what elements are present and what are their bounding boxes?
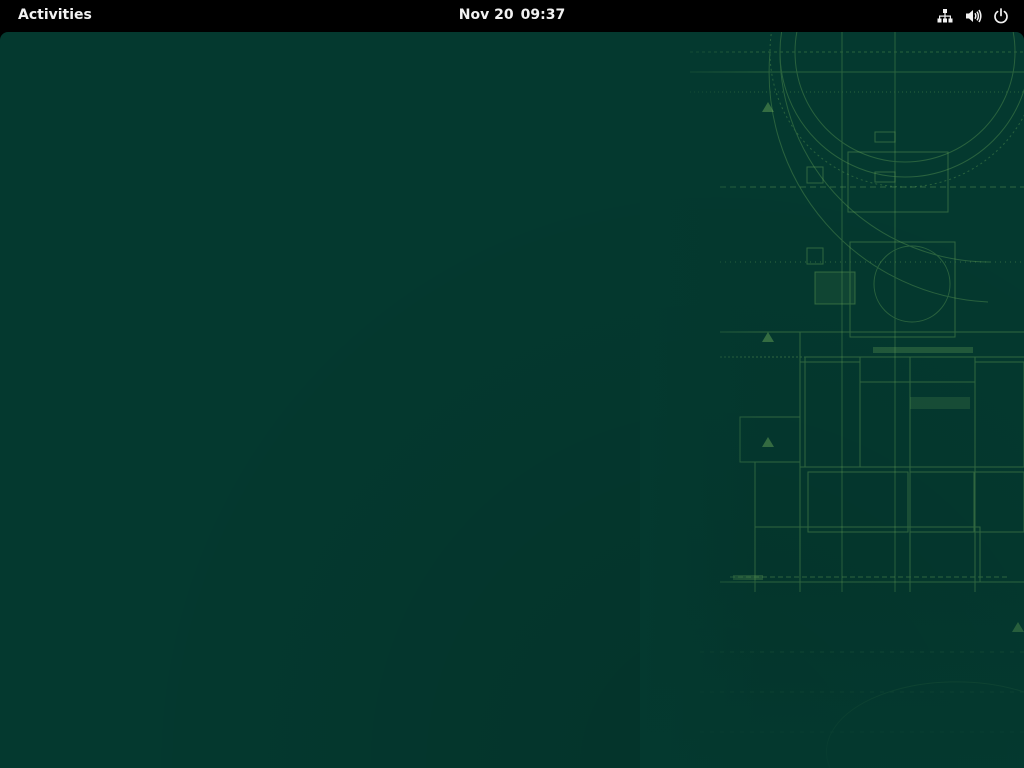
system-tray	[926, 0, 1010, 32]
power-icon[interactable]	[992, 7, 1010, 25]
clock-date[interactable]: Nov 20	[459, 7, 514, 23]
blueprint-wallpaper-graphic	[640, 32, 1024, 768]
desktop-background	[0, 32, 1024, 768]
top-bar: Activities Nov 20 09:37	[0, 0, 1024, 32]
clock-time[interactable]: 09:37	[521, 7, 566, 23]
activities-button[interactable]: Activities	[18, 0, 92, 32]
date-time-menu: Nov 20 09:37	[0, 0, 1024, 32]
volume-icon[interactable]	[964, 7, 982, 25]
network-wired-icon[interactable]	[936, 7, 954, 25]
